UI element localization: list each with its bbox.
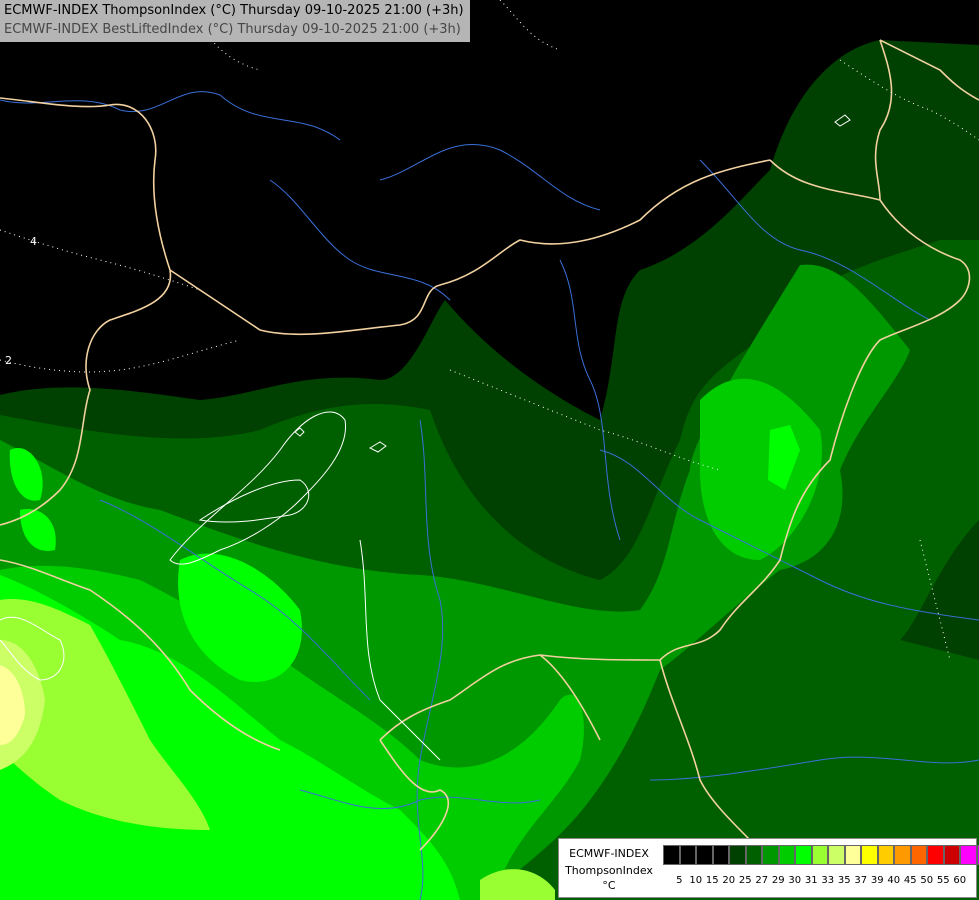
legend-tick-label: 29 [771, 875, 785, 886]
legend-swatch [712, 845, 729, 865]
legend-swatch [729, 845, 746, 865]
contour-label-4: 4 [30, 235, 37, 248]
color-legend: ECMWF-INDEX ThompsonIndex °C 5 10 15 20 25 27… [558, 838, 979, 898]
legend-tick-label: 25 [738, 875, 752, 886]
legend-unit-label: °C [602, 879, 616, 892]
legend-parameter-label: ThompsonIndex [565, 864, 653, 877]
legend-swatch [877, 845, 894, 865]
legend-swatch [778, 845, 795, 865]
legend-tick-label: 33 [821, 875, 835, 886]
legend-swatch [745, 845, 762, 865]
legend-swatch [811, 845, 828, 865]
legend-tick-label: 60 [953, 875, 967, 886]
legend-tick-label: 40 [887, 875, 901, 886]
legend-tick-label: 5 [676, 875, 683, 886]
legend-ticks: 5 10 15 20 25 27 29 30 31 33 35 37 39 40 45 50 55 60 [663, 875, 968, 886]
legend-swatch [795, 845, 812, 865]
legend-tick-label: 39 [870, 875, 884, 886]
legend-swatch [844, 845, 861, 865]
legend-tick-label: 50 [920, 875, 934, 886]
legend-tick-label: 20 [722, 875, 736, 886]
legend-tick-label: 45 [903, 875, 917, 886]
weather-map: 4 2 ECMWF-INDEX ThompsonIndex (°C) Thurs… [0, 0, 979, 900]
legend-model-label: ECMWF-INDEX [569, 847, 649, 860]
legend-tick-label: 35 [837, 875, 851, 886]
legend-swatch [910, 845, 927, 865]
legend-swatch [894, 845, 911, 865]
legend-tick-label: 15 [705, 875, 719, 886]
title-thompson-index: ECMWF-INDEX ThompsonIndex (°C) Thursday … [4, 3, 464, 18]
contour-label-2: 2 [5, 354, 12, 367]
map-title-box: ECMWF-INDEX ThompsonIndex (°C) Thursday … [0, 0, 470, 42]
legend-tick-label: 27 [755, 875, 769, 886]
map-canvas: 4 2 [0, 0, 979, 900]
legend-swatch [927, 845, 944, 865]
legend-swatch [663, 845, 680, 865]
legend-swatches [663, 845, 979, 865]
legend-swatch [762, 845, 779, 865]
legend-tick-label: 10 [689, 875, 703, 886]
legend-tick-label: 30 [788, 875, 802, 886]
legend-swatch [960, 845, 977, 865]
legend-swatch [679, 845, 696, 865]
legend-tick-label: 37 [854, 875, 868, 886]
legend-swatch [943, 845, 960, 865]
legend-tick-label: 31 [804, 875, 818, 886]
legend-tick-spacer [663, 875, 671, 886]
legend-swatch [696, 845, 713, 865]
legend-swatch [828, 845, 845, 865]
legend-tick-label: 55 [936, 875, 950, 886]
title-best-lifted-index: ECMWF-INDEX BestLiftedIndex (°C) Thursda… [4, 22, 461, 37]
legend-swatch [861, 845, 878, 865]
